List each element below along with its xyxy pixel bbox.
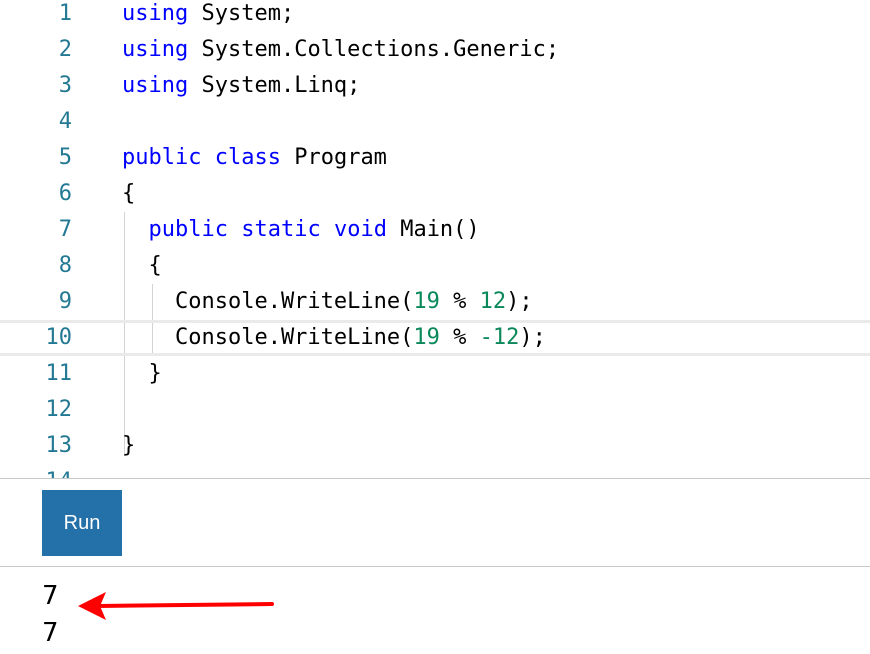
number-token: 12 xyxy=(479,289,507,314)
code-token: } xyxy=(122,361,162,386)
code-token: ); xyxy=(519,325,546,350)
code-text: using System; xyxy=(122,0,294,32)
line-number: 9 xyxy=(58,289,72,314)
code-line[interactable]: 4 xyxy=(0,104,870,140)
code-token: Console.WriteLine( xyxy=(122,289,414,314)
code-line[interactable]: 6{ xyxy=(0,176,870,212)
code-text: } xyxy=(122,428,135,464)
output-line: 7 xyxy=(42,618,59,648)
line-number: 8 xyxy=(58,253,72,278)
line-number: 5 xyxy=(58,145,72,170)
code-token: System.Collections.Generic; xyxy=(188,37,560,62)
code-line[interactable]: 7 public static void Main() xyxy=(0,212,870,248)
code-line[interactable]: 10 Console.WriteLine(19 % -12); xyxy=(0,320,870,356)
code-line[interactable]: 11 } xyxy=(0,356,870,392)
line-number: 1 xyxy=(58,1,72,26)
keyword-token: class xyxy=(214,145,281,170)
line-number: 10 xyxy=(45,325,73,350)
code-line[interactable]: 1 using System; xyxy=(0,0,870,32)
code-token: System.Linq; xyxy=(188,73,361,98)
run-button[interactable]: Run xyxy=(42,490,122,556)
keyword-token: public xyxy=(122,145,202,170)
code-line[interactable]: 8 { xyxy=(0,248,870,284)
code-text: public class Program xyxy=(122,140,387,176)
number-token: -12 xyxy=(479,325,520,350)
code-line[interactable]: 12 xyxy=(0,392,870,428)
code-editor[interactable]: 1 using System; 2 using System.Collections.… xyxy=(0,0,870,478)
line-number: 4 xyxy=(58,109,72,134)
keyword-token: using xyxy=(122,73,189,98)
line-number: 12 xyxy=(45,397,73,422)
keyword-token: static xyxy=(241,217,321,242)
code-line[interactable]: 14 xyxy=(0,464,870,478)
code-line[interactable]: 2 using System.Collections.Generic; xyxy=(0,32,870,68)
editor-divider xyxy=(0,478,870,479)
number-token: 19 xyxy=(413,325,440,350)
code-line[interactable]: 9 Console.WriteLine(19 % 12); xyxy=(0,284,870,320)
line-number: 3 xyxy=(58,73,72,98)
line-number: 6 xyxy=(58,181,72,206)
code-text: Console.WriteLine(19 % 12); xyxy=(122,284,533,320)
code-text: } xyxy=(122,356,162,392)
code-text: { xyxy=(122,176,135,212)
line-number: 7 xyxy=(58,217,72,242)
line-number: 14 xyxy=(0,464,73,478)
code-text: using System.Collections.Generic; xyxy=(122,32,559,68)
code-token: Program xyxy=(280,145,387,170)
code-line[interactable]: 13} xyxy=(0,428,870,464)
code-token: } xyxy=(122,433,136,458)
code-token: ); xyxy=(506,289,533,314)
code-text: { xyxy=(122,248,162,284)
number-token: 19 xyxy=(413,289,440,314)
line-number: 13 xyxy=(45,433,73,458)
keyword-token: public xyxy=(148,217,228,242)
output-divider xyxy=(0,566,870,567)
code-token: % xyxy=(439,325,480,350)
keyword-token: void xyxy=(333,217,387,242)
code-token: Console.WriteLine( xyxy=(122,325,414,350)
line-number: 11 xyxy=(45,361,73,386)
output-line: 7 xyxy=(42,581,59,611)
code-token: % xyxy=(439,289,480,314)
red-arrow-icon xyxy=(78,592,274,620)
code-token: { xyxy=(122,253,162,278)
code-text: public static void Main() xyxy=(122,212,480,248)
code-line[interactable]: 3 using System.Linq; xyxy=(0,68,870,104)
keyword-token: using xyxy=(122,37,189,62)
code-text: using System.Linq; xyxy=(122,68,360,104)
code-line[interactable]: 5 public class Program xyxy=(0,140,870,176)
code-text: Console.WriteLine(19 % -12); xyxy=(122,320,546,356)
code-token: { xyxy=(122,181,136,206)
code-token: Main() xyxy=(386,217,480,242)
code-token: System; xyxy=(188,1,295,26)
keyword-token: using xyxy=(122,1,189,26)
line-number: 2 xyxy=(58,37,72,62)
